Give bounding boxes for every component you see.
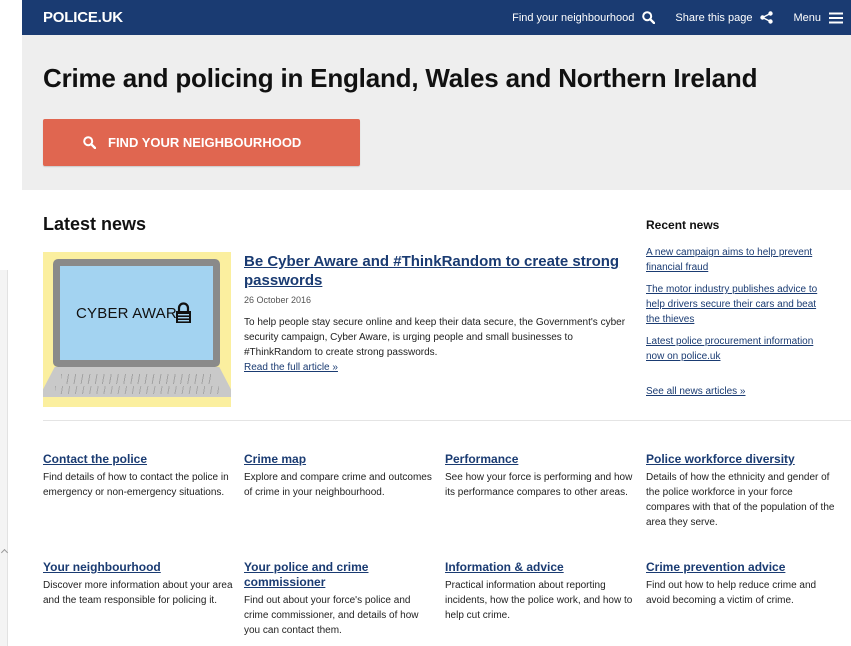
tile-your-neighbourhood: Your neighbourhood Discover more informa… [43,560,244,638]
tile-description: Find out about your force's police and c… [244,595,419,636]
hero: Crime and policing in England, Wales and… [22,35,851,190]
tile-title-link[interactable]: Information & advice [445,560,646,575]
tile-description: Find details of how to contact the polic… [43,472,229,498]
tile-description: Practical information about reporting in… [445,580,633,621]
see-all-news-link[interactable]: See all news articles » [646,384,832,399]
tile-performance: Performance See how your force is perfor… [445,452,646,544]
laptop-display: CYBER AWAR [60,266,213,360]
article-image[interactable]: CYBER AWAR [43,252,231,407]
tile-title-link[interactable]: Police workforce diversity [646,452,843,467]
tile-crime-map: Crime map Explore and compare crime and … [244,452,445,544]
tile-title-link[interactable]: Your neighbourhood [43,560,244,575]
latest-news-heading: Latest news [43,214,147,234]
background-window-scrollbar[interactable] [0,270,9,646]
recent-news-heading: Recent news [646,218,720,232]
site-logo[interactable]: POLICE.UK [43,9,123,26]
header-nav: Find your neighbourhood Share this page … [492,11,851,24]
padlock-icon [175,302,191,323]
tile-title-link[interactable]: Your police and crime commissioner [244,560,445,590]
share-icon [760,11,774,24]
tile-description: Find out how to help reduce crime and av… [646,580,817,606]
tile-crime-prevention: Crime prevention advice Find out how to … [646,560,843,638]
tile-workforce-diversity: Police workforce diversity Details of ho… [646,452,843,544]
search-icon [83,136,96,149]
section-divider [43,420,851,421]
find-neighbourhood-button[interactable]: FIND YOUR NEIGHBOURHOOD [43,119,360,166]
recent-news: Recent news A new campaign aims to help … [646,218,832,399]
tile-title-link[interactable]: Crime prevention advice [646,560,843,575]
image-text: CYBER AWAR [76,304,177,322]
tile-police-crime-commissioner: Your police and crime commissioner Find … [244,560,445,638]
keyboard-keys [55,386,219,394]
read-full-article-link[interactable]: Read the full article » [244,362,629,373]
nav-share-label: Share this page [675,11,753,24]
tile-description: Details of how the ethnicity and gender … [646,472,835,528]
tile-contact-police: Contact the police Find details of how t… [43,452,244,544]
tile-title-link[interactable]: Contact the police [43,452,244,467]
chevron-up-icon[interactable] [0,548,9,557]
recent-news-link[interactable]: The motor industry publishes advice to h… [646,282,832,327]
article-summary: To help people stay secure online and ke… [244,317,626,358]
tile-description: Discover more information about your are… [43,580,233,606]
menu-icon [829,12,843,23]
page: POLICE.UK Find your neighbourhood Share … [22,0,851,646]
nav-menu-label: Menu [793,11,821,24]
site-header: POLICE.UK Find your neighbourhood Share … [22,0,851,35]
nav-menu[interactable]: Menu [793,12,843,24]
article-title-link[interactable]: Be Cyber Aware and #ThinkRandom to creat… [244,252,629,290]
page-title: Crime and policing in England, Wales and… [43,63,758,93]
nav-find-neighbourhood[interactable]: Find your neighbourhood [512,11,656,24]
latest-news-section: Latest news CYBER AWAR Be Cyber Aware an… [22,190,851,422]
search-icon [642,11,656,24]
tile-description: See how your force is performing and how… [445,472,633,498]
find-neighbourhood-label: FIND YOUR NEIGHBOURHOOD [108,135,302,150]
featured-article: Be Cyber Aware and #ThinkRandom to creat… [244,252,629,373]
recent-news-link[interactable]: A new campaign aims to help prevent fina… [646,245,832,275]
tile-information-advice: Information & advice Practical informati… [445,560,646,638]
nav-find-label: Find your neighbourhood [512,11,635,24]
tile-title-link[interactable]: Performance [445,452,646,467]
keyboard-keys [61,374,213,384]
recent-news-link[interactable]: Latest police procurement information no… [646,334,832,364]
service-tiles: Contact the police Find details of how t… [43,452,843,638]
laptop-screen: CYBER AWAR [53,259,220,367]
article-date: 26 October 2016 [244,295,312,305]
tile-description: Explore and compare crime and outcomes o… [244,472,432,498]
nav-share-page[interactable]: Share this page [675,11,774,24]
tile-title-link[interactable]: Crime map [244,452,445,467]
